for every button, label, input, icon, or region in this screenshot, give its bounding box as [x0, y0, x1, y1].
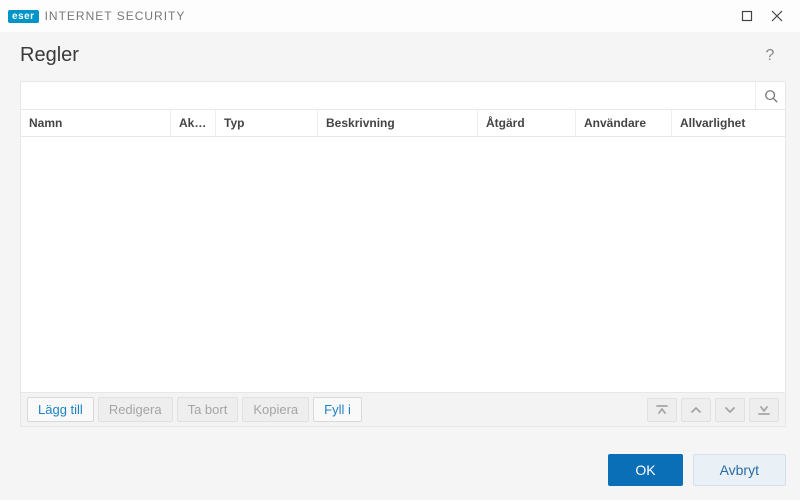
maximize-icon[interactable]: [732, 1, 762, 31]
titlebar: eser INTERNET SECURITY: [0, 0, 800, 32]
table-body-empty: [21, 137, 785, 392]
delete-button[interactable]: Ta bort: [177, 397, 239, 422]
table-header: Namn Aktiv... Typ Beskrivning Åtgärd Anv…: [21, 110, 785, 137]
column-header-type[interactable]: Typ: [216, 110, 318, 136]
copy-button[interactable]: Kopiera: [242, 397, 309, 422]
brand-logo: eser: [8, 10, 39, 23]
page-title: Regler: [20, 44, 79, 67]
add-button[interactable]: Lägg till: [27, 397, 94, 422]
rules-toolbar: Lägg till Redigera Ta bort Kopiera Fyll …: [21, 392, 785, 426]
move-bottom-icon[interactable]: [749, 398, 779, 422]
fill-button[interactable]: Fyll i: [313, 397, 362, 422]
cancel-button[interactable]: Avbryt: [693, 454, 786, 486]
column-header-user[interactable]: Användare: [576, 110, 672, 136]
search-row: [21, 82, 785, 110]
search-icon[interactable]: [755, 82, 785, 109]
column-header-description[interactable]: Beskrivning: [318, 110, 478, 136]
column-header-action[interactable]: Åtgärd: [478, 110, 576, 136]
product-name: INTERNET SECURITY: [45, 9, 186, 23]
rules-panel: Namn Aktiv... Typ Beskrivning Åtgärd Anv…: [20, 81, 786, 427]
close-icon[interactable]: [762, 1, 792, 31]
search-input[interactable]: [21, 82, 755, 109]
header: Regler ?: [0, 32, 800, 81]
column-header-name[interactable]: Namn: [21, 110, 171, 136]
dialog-buttons: OK Avbryt: [608, 454, 786, 486]
move-up-icon[interactable]: [681, 398, 711, 422]
move-top-icon[interactable]: [647, 398, 677, 422]
edit-button[interactable]: Redigera: [98, 397, 173, 422]
ok-button[interactable]: OK: [608, 454, 682, 486]
column-header-active[interactable]: Aktiv...: [171, 110, 216, 136]
move-down-icon[interactable]: [715, 398, 745, 422]
column-header-severity[interactable]: Allvarlighet: [672, 110, 785, 136]
help-icon[interactable]: ?: [760, 47, 780, 65]
